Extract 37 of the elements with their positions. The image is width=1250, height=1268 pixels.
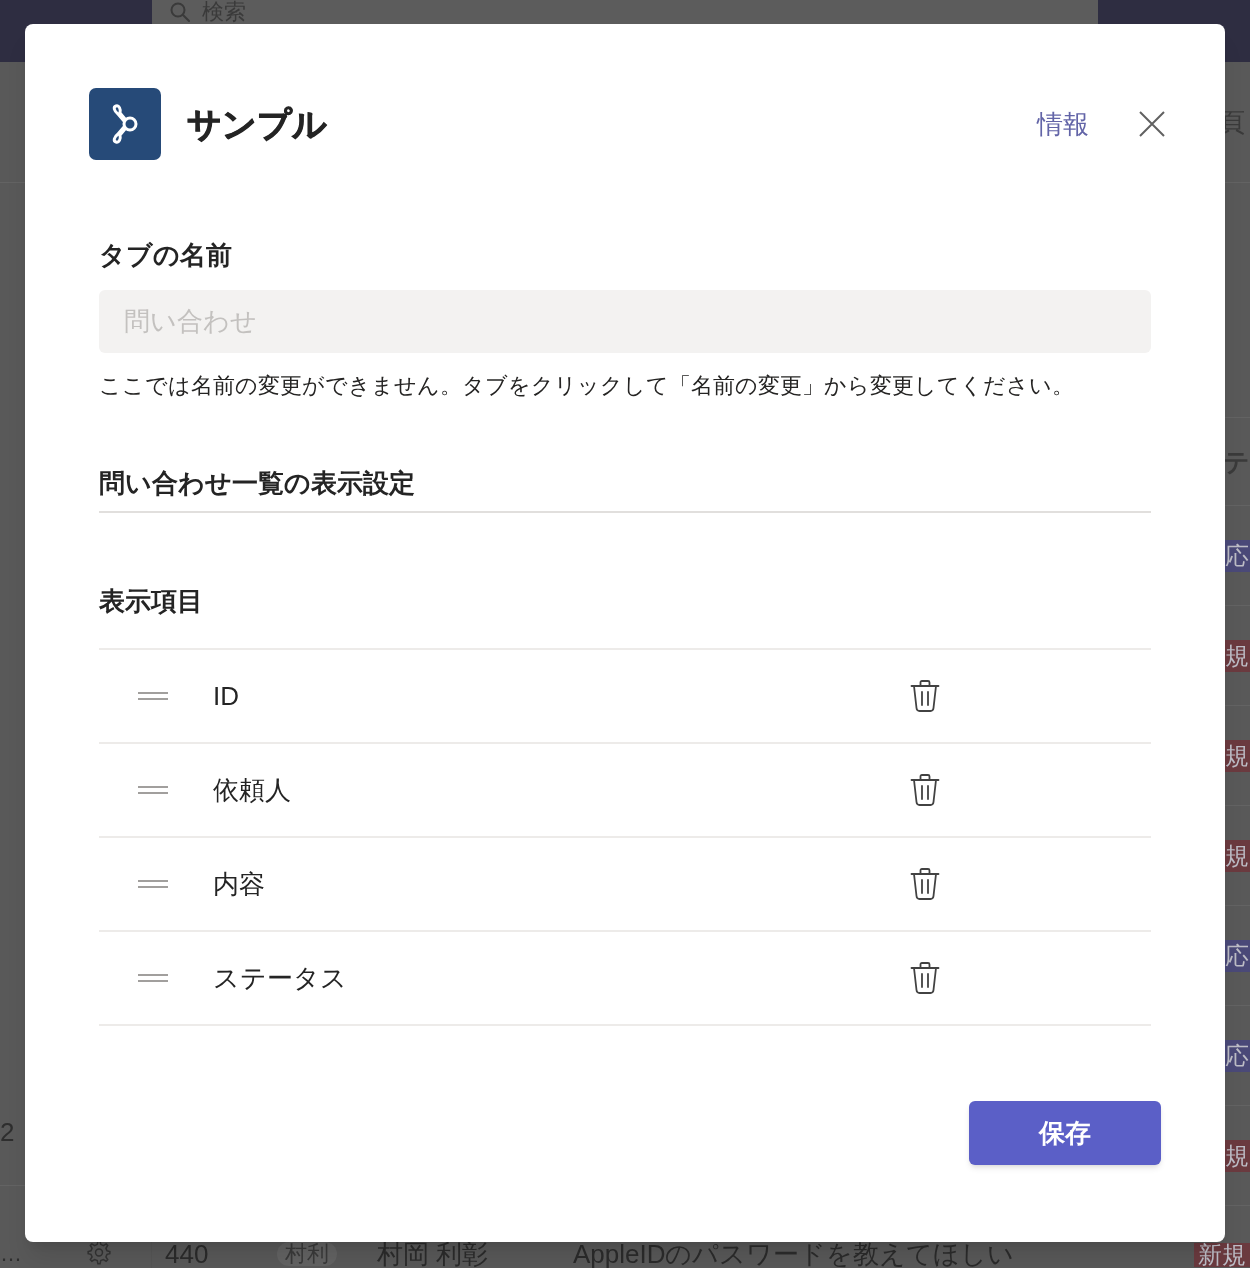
field-hint: ここでは名前の変更ができません。タブをクリックして「名前の変更」から変更してください。: [99, 372, 1075, 400]
drag-handle-icon[interactable]: [138, 880, 168, 888]
sidebar-text: …: [0, 1242, 22, 1266]
drag-handle-icon[interactable]: [138, 692, 168, 700]
info-link[interactable]: 情報: [1037, 107, 1089, 141]
trash-icon: [910, 680, 940, 712]
status-badge: 規: [1224, 639, 1250, 672]
item-label: 内容: [213, 868, 265, 901]
trash-icon: [910, 962, 940, 994]
trash-icon: [910, 868, 940, 900]
close-button[interactable]: [1139, 111, 1165, 137]
app-logo-icon: [89, 88, 161, 160]
delete-button[interactable]: [910, 962, 940, 994]
status-badge: 応: [1224, 539, 1250, 572]
save-button[interactable]: 保存: [969, 1101, 1161, 1165]
gear-icon[interactable]: [86, 1240, 112, 1266]
status-badge: 規: [1224, 839, 1250, 872]
item-label: 依頼人: [213, 774, 291, 807]
search-icon: [170, 2, 190, 22]
status-badge: 応: [1224, 1039, 1250, 1072]
list-label: 表示項目: [99, 585, 204, 618]
delete-button[interactable]: [910, 774, 940, 806]
field-label: タブの名前: [99, 239, 233, 272]
delete-button[interactable]: [910, 868, 940, 900]
item-label: ID: [213, 680, 239, 713]
item-label: ステータス: [213, 962, 347, 995]
status-badge: 規: [1224, 1139, 1250, 1172]
section-title: 問い合わせ一覧の表示設定: [99, 467, 416, 500]
status-badge: 規: [1224, 739, 1250, 772]
drag-handle-icon[interactable]: [138, 974, 168, 982]
dialog-title: サンプル: [187, 104, 327, 145]
close-icon: [1139, 111, 1165, 137]
status-badge: 新規: [1194, 1242, 1250, 1267]
trash-icon: [910, 774, 940, 806]
drag-handle-icon[interactable]: [138, 786, 168, 794]
status-badge: 応: [1224, 939, 1250, 972]
delete-button[interactable]: [910, 680, 940, 712]
